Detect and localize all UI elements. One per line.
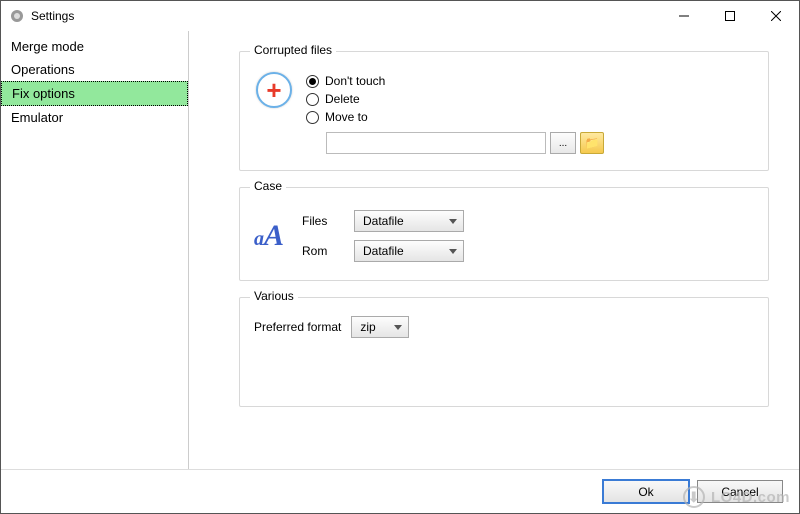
group-legend: Corrupted files <box>250 43 336 57</box>
dialog-body: Merge mode Operations Fix options Emulat… <box>1 31 799 469</box>
settings-window: Settings Merge mode Operations Fix optio… <box>0 0 800 514</box>
sidebar: Merge mode Operations Fix options Emulat… <box>1 31 189 469</box>
radio-label: Delete <box>325 92 360 106</box>
titlebar: Settings <box>1 1 799 31</box>
group-legend: Case <box>250 179 286 193</box>
radio-label: Move to <box>325 110 368 124</box>
sidebar-item-fix-options[interactable]: Fix options <box>1 81 188 106</box>
window-title: Settings <box>31 9 661 23</box>
move-to-path-input[interactable] <box>326 132 546 154</box>
window-controls <box>661 1 799 31</box>
group-case: Case aA Files Datafile Rom Datafile <box>239 187 769 281</box>
minimize-button[interactable] <box>661 1 707 31</box>
rom-label: Rom <box>302 244 354 258</box>
radio-dont-touch[interactable]: Don't touch <box>306 72 604 90</box>
open-folder-button[interactable]: 📁 <box>580 132 604 154</box>
radio-input[interactable] <box>306 93 319 106</box>
first-aid-icon: + <box>256 72 292 108</box>
files-case-select[interactable]: Datafile <box>354 210 464 232</box>
radio-move-to[interactable]: Move to <box>306 108 604 126</box>
content-panel: Corrupted files + Don't touch Delete <box>189 31 799 469</box>
radio-label: Don't touch <box>325 74 385 88</box>
ok-button[interactable]: Ok <box>603 480 689 503</box>
group-corrupted-files: Corrupted files + Don't touch Delete <box>239 51 769 171</box>
preferred-format-select[interactable]: zip <box>351 316 409 338</box>
close-button[interactable] <box>753 1 799 31</box>
folder-icon: 📁 <box>585 136 600 150</box>
sidebar-item-merge-mode[interactable]: Merge mode <box>1 35 188 58</box>
cancel-button[interactable]: Cancel <box>697 480 783 503</box>
dialog-footer: Ok Cancel <box>1 469 799 513</box>
group-various: Various Preferred format zip <box>239 297 769 407</box>
sidebar-item-operations[interactable]: Operations <box>1 58 188 81</box>
radio-input[interactable] <box>306 75 319 88</box>
group-legend: Various <box>250 289 298 303</box>
case-icon: aA <box>254 219 302 253</box>
preferred-format-label: Preferred format <box>254 320 341 334</box>
maximize-button[interactable] <box>707 1 753 31</box>
radio-delete[interactable]: Delete <box>306 90 604 108</box>
sidebar-item-emulator[interactable]: Emulator <box>1 106 188 129</box>
browse-button[interactable]: ... <box>550 132 576 154</box>
radio-input[interactable] <box>306 111 319 124</box>
rom-case-select[interactable]: Datafile <box>354 240 464 262</box>
files-label: Files <box>302 214 354 228</box>
move-to-path-row: ... 📁 <box>326 132 604 154</box>
app-icon <box>9 8 25 24</box>
